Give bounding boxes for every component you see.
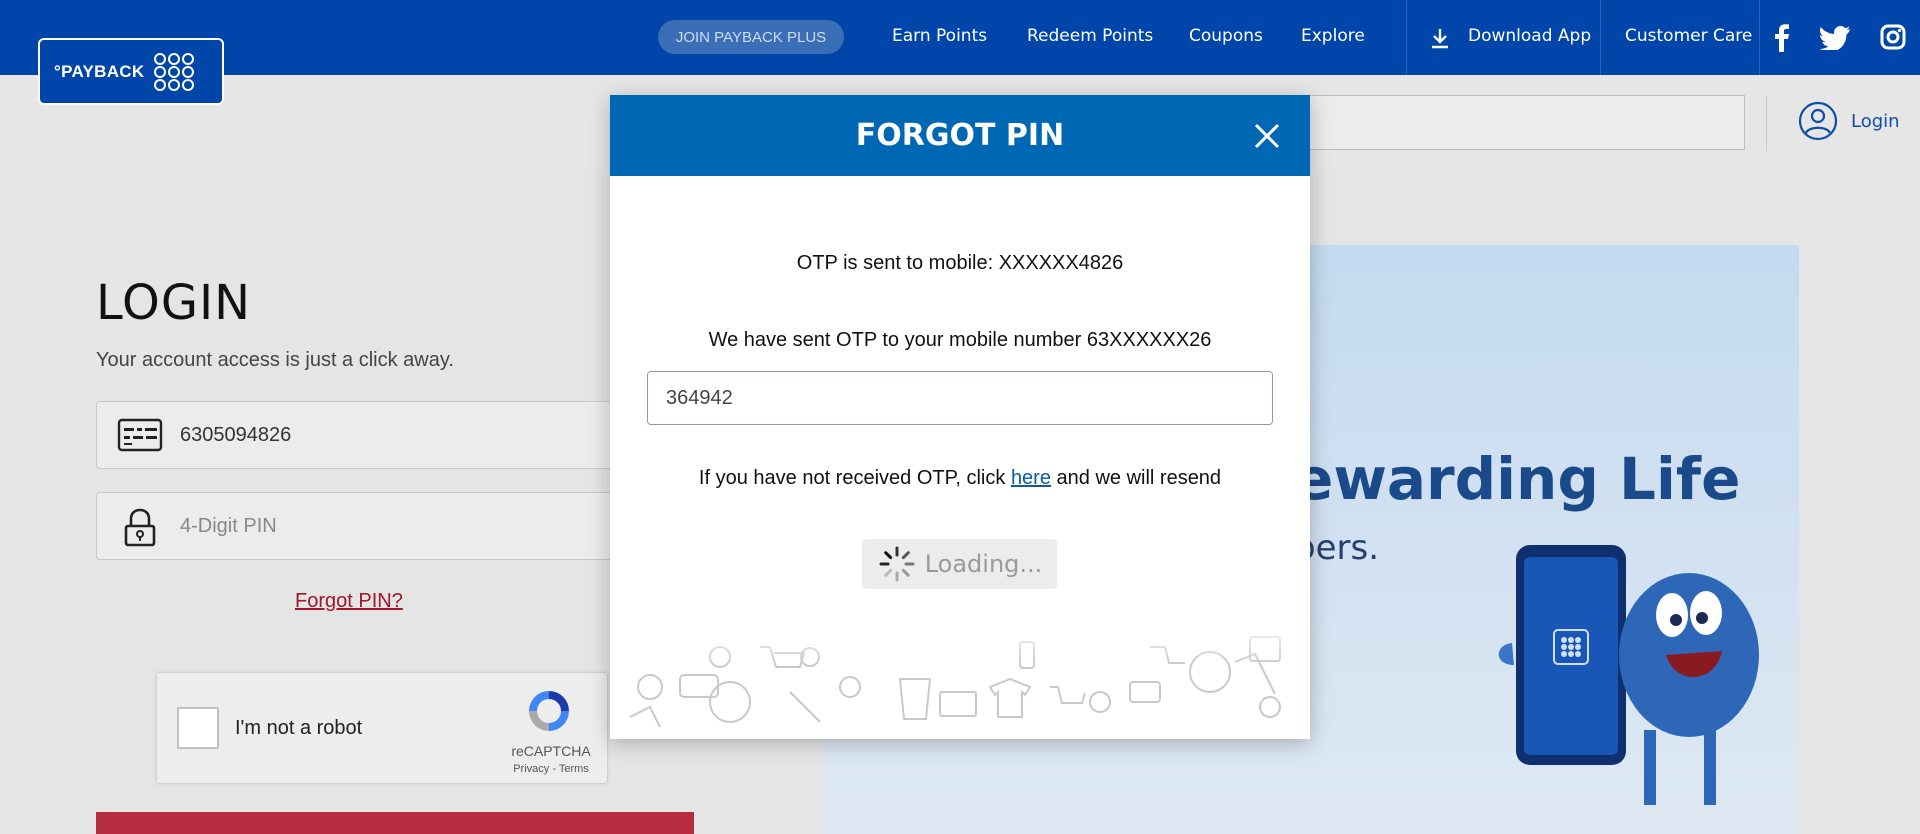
spinner-icon xyxy=(879,546,915,582)
submit-otp-button[interactable]: Loading... xyxy=(862,539,1057,589)
download-icon xyxy=(1432,29,1448,49)
nav-divider xyxy=(1759,0,1760,75)
user-icon[interactable] xyxy=(1798,101,1838,141)
payback-logo[interactable]: °PAYBACK xyxy=(38,38,224,105)
card-icon xyxy=(117,418,163,452)
recaptcha-checkbox[interactable] xyxy=(177,707,219,749)
recaptcha-label: I'm not a robot xyxy=(235,717,363,739)
modal-header: FORGOT PIN xyxy=(610,95,1310,176)
resend-otp-text: If you have not received OTP, click here… xyxy=(610,467,1310,490)
logo-wordmark: °PAYBACK xyxy=(54,61,145,81)
otp-input[interactable] xyxy=(647,371,1273,425)
login-subtitle: Your account access is just a click away… xyxy=(96,349,454,371)
otp-sent-message: OTP is sent to mobile: XXXXXX4826 xyxy=(796,252,1124,274)
lock-icon xyxy=(124,508,156,547)
loading-label: Loading... xyxy=(924,550,1043,578)
recaptcha-brand: reCAPTCHA xyxy=(511,743,591,759)
logo-dots-icon xyxy=(154,52,195,91)
decorative-pattern-footer xyxy=(610,617,1310,739)
promo-headline: ewarding Life xyxy=(1294,445,1741,513)
pin-placeholder: 4-Digit PIN xyxy=(180,515,277,537)
join-payback-plus-button[interactable]: JOIN PAYBACK PLUS xyxy=(658,20,844,54)
header-divider xyxy=(1766,96,1767,151)
resend-suffix: and we will resend xyxy=(1050,467,1222,489)
nav-customer-care[interactable]: Customer Care xyxy=(1625,26,1752,46)
recaptcha-logo-icon xyxy=(529,691,569,731)
nav-explore[interactable]: Explore xyxy=(1301,26,1365,46)
pin-field[interactable]: 4-Digit PIN xyxy=(96,492,696,560)
login-submit-button[interactable] xyxy=(96,812,694,834)
nav-divider xyxy=(1406,0,1407,75)
nav-divider xyxy=(1600,0,1601,75)
forgot-pin-modal: FORGOT PIN OTP is sent to mobile: XXXXXX… xyxy=(610,95,1310,739)
nav-earn-points[interactable]: Earn Points xyxy=(892,26,987,46)
card-number-field[interactable]: 6305094826 xyxy=(96,401,696,469)
facebook-icon[interactable] xyxy=(1774,24,1790,52)
nav-coupons[interactable]: Coupons xyxy=(1189,26,1263,46)
otp-info-message: We have sent OTP to your mobile number 6… xyxy=(708,329,1212,351)
resend-otp-link[interactable]: here xyxy=(1011,467,1051,489)
recaptcha-widget: I'm not a robot reCAPTCHA Privacy - Term… xyxy=(156,672,608,784)
forgot-pin-link[interactable]: Forgot PIN? xyxy=(295,590,403,613)
instagram-icon[interactable] xyxy=(1880,24,1906,50)
nav-redeem-points[interactable]: Redeem Points xyxy=(1027,26,1153,46)
card-number-value: 6305094826 xyxy=(180,424,292,446)
login-heading: LOGIN xyxy=(96,275,252,331)
recaptcha-terms-link[interactable]: Privacy - Terms xyxy=(497,763,605,775)
mascot-phone-illustration xyxy=(1498,545,1759,805)
modal-title: FORGOT PIN xyxy=(855,118,1065,153)
search-input[interactable] xyxy=(1270,95,1745,150)
close-icon[interactable] xyxy=(1252,121,1282,151)
nav-download-app[interactable]: Download App xyxy=(1468,26,1591,46)
top-navigation-bar: JOIN PAYBACK PLUS Earn Points Redeem Poi… xyxy=(0,0,1920,75)
twitter-icon[interactable] xyxy=(1820,26,1850,50)
header-login-link[interactable]: Login xyxy=(1851,111,1900,132)
resend-prefix: If you have not received OTP, click xyxy=(698,467,1011,489)
